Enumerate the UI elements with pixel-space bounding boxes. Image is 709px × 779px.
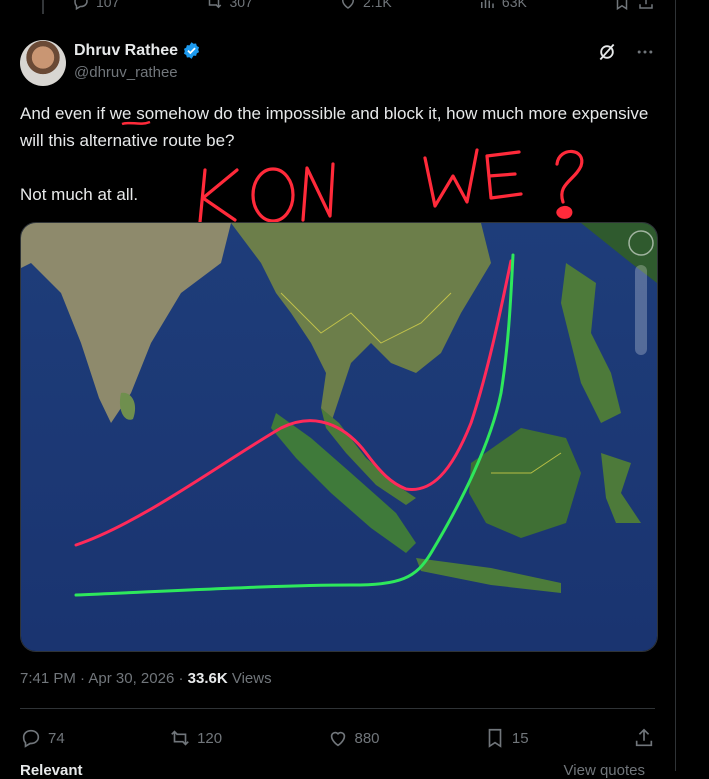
repost-count: 120 <box>197 729 223 747</box>
author-handle[interactable]: @dhruv_rathee <box>74 64 178 81</box>
repost-icon <box>209 0 222 9</box>
prev-views-button[interactable]: 63K <box>478 0 527 11</box>
prev-like-count: 2.1K <box>362 0 392 10</box>
tweet-paragraph-2: Not much at all. <box>20 185 139 204</box>
southeast-asia-map <box>21 223 657 651</box>
more-options-icon[interactable] <box>635 42 655 62</box>
repost-icon <box>171 730 189 746</box>
tweet-meta: 7:41 PM · Apr 30, 2026 · 33.6K Views <box>20 670 272 687</box>
views-icon <box>480 0 494 8</box>
views-count: 33.6K <box>187 670 228 687</box>
divider <box>20 708 655 709</box>
prev-views-count: 63K <box>501 0 527 10</box>
bookmark-button[interactable]: 15 <box>484 727 529 749</box>
verified-badge-icon <box>184 42 200 59</box>
views-label: Views <box>231 670 272 687</box>
heart-icon <box>341 0 354 9</box>
share-icon <box>635 728 653 747</box>
meta-separator: · <box>75 670 89 687</box>
reply-button[interactable]: 74 <box>20 727 65 749</box>
grok-icon[interactable] <box>597 42 617 62</box>
prev-repost-count: 307 <box>229 0 253 10</box>
bookmark-count: 15 <box>511 729 529 747</box>
tweet-actions: 74 120 880 15 <box>20 724 655 752</box>
prev-repost-button[interactable]: 307 <box>205 0 253 11</box>
avatar[interactable] <box>20 40 66 86</box>
meta-separator: · <box>174 670 188 687</box>
prev-like-button[interactable]: 2.1K <box>339 0 392 11</box>
reply-icon <box>22 729 40 748</box>
bookmark-icon[interactable] <box>613 0 631 11</box>
tweet-paragraph-1: And even if we somehow do the impossible… <box>20 104 649 150</box>
tweet-text: And even if we somehow do the impossible… <box>20 100 660 208</box>
prev-extra-actions <box>613 0 655 11</box>
tweet-column: 107 307 2.1K 63K Dhruv Rathee @dhruv_rat… <box>0 0 676 779</box>
heart-icon <box>330 731 345 747</box>
like-count: 880 <box>354 729 380 747</box>
prev-reply-count: 107 <box>96 0 120 10</box>
previous-tweet-actions: 107 307 2.1K 63K <box>72 0 655 14</box>
underline-scribble <box>121 120 151 126</box>
reply-count: 74 <box>48 729 65 747</box>
repost-button[interactable]: 120 <box>169 727 222 749</box>
like-button[interactable]: 880 <box>327 727 380 749</box>
map-image[interactable] <box>20 222 658 652</box>
share-icon[interactable] <box>637 0 655 11</box>
author-name[interactable]: Dhruv Rathee <box>74 42 178 60</box>
share-button[interactable] <box>633 727 655 749</box>
tweet-date[interactable]: Apr 30, 2026 <box>88 670 174 687</box>
bookmark-icon <box>488 728 502 748</box>
zoom-slider[interactable] <box>635 265 647 355</box>
tweet-time[interactable]: 7:41 PM <box>20 670 76 687</box>
reply-icon <box>74 0 88 11</box>
prev-reply-button[interactable]: 107 <box>72 0 119 11</box>
thread-line <box>42 0 44 14</box>
